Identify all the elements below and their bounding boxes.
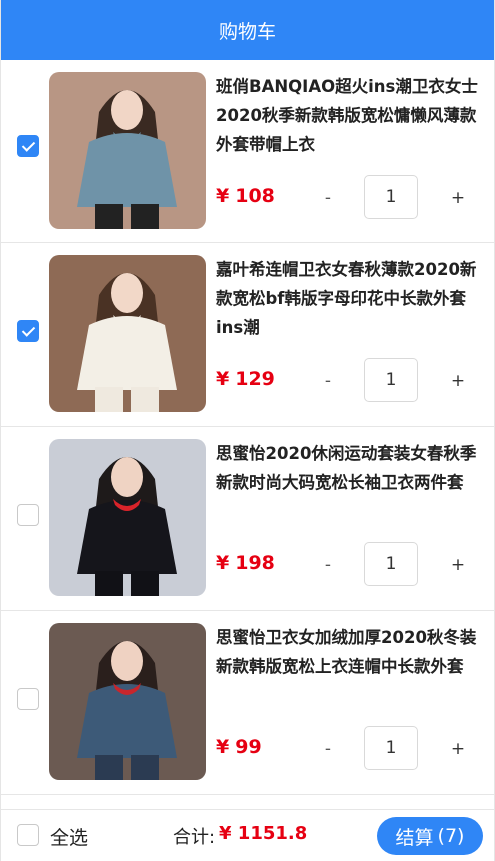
- page-title: 购物车: [218, 20, 276, 43]
- item-checkbox[interactable]: [17, 688, 39, 710]
- cart-item: 思蜜怡2020休闲运动套装女春秋季新款时尚大码宽松长袖卫衣两件套 ¥198 -1 +: [1, 427, 494, 611]
- product-image[interactable]: [49, 623, 206, 780]
- increase-qty-button[interactable]: +: [447, 729, 469, 769]
- checkout-count: (7): [437, 825, 465, 847]
- quantity-input[interactable]: 1: [364, 726, 418, 770]
- checkout-button[interactable]: 结算 (7): [377, 817, 483, 855]
- product-image[interactable]: [49, 439, 206, 596]
- product-price: ¥129: [216, 368, 275, 390]
- product-title[interactable]: 思蜜怡2020休闲运动套装女春秋季新款时尚大码宽松长袖卫衣两件套: [216, 439, 482, 497]
- decrease-qty-button[interactable]: -: [317, 729, 339, 769]
- item-checkbox[interactable]: [17, 135, 39, 157]
- price-value: 198: [235, 552, 275, 574]
- cart-footer: 全选 合计: ¥ 1151.8 结算 (7): [1, 809, 494, 861]
- product-title[interactable]: 嘉叶希连帽卫衣女春秋薄款2020新款宽松bf韩版字母印花中长款外套ins潮: [216, 255, 482, 342]
- decrease-qty-button[interactable]: -: [317, 178, 339, 218]
- product-price: ¥198: [216, 552, 275, 574]
- select-all-label[interactable]: 全选: [50, 823, 88, 850]
- cart-list: 班俏BANQIAO超火ins潮卫衣女士2020秋季新款韩版宽松慵懒风薄款外套带帽…: [1, 60, 494, 809]
- product-image[interactable]: [49, 72, 206, 229]
- item-checkbox[interactable]: [17, 504, 39, 526]
- currency-symbol: ¥: [216, 736, 230, 758]
- total-value: ¥ 1151.8: [219, 823, 308, 844]
- decrease-qty-button[interactable]: -: [317, 361, 339, 401]
- increase-qty-button[interactable]: +: [447, 361, 469, 401]
- currency-symbol: ¥: [216, 368, 230, 390]
- item-checkbox[interactable]: [17, 320, 39, 342]
- quantity-input[interactable]: 1: [364, 542, 418, 586]
- currency-symbol: ¥: [216, 552, 230, 574]
- total-label: 合计:: [173, 827, 216, 848]
- checkout-label: 结算: [395, 826, 434, 849]
- cart-item: 嘉叶希连帽卫衣女春秋薄款2020新款宽松bf韩版字母印花中长款外套ins潮 ¥12…: [1, 243, 494, 427]
- increase-qty-button[interactable]: +: [447, 545, 469, 585]
- cart-item: 思蜜怡卫衣女加绒加厚2020秋冬装新款韩版宽松上衣连帽中长款外套 ¥99 -1 +: [1, 611, 494, 795]
- product-title[interactable]: 思蜜怡卫衣女加绒加厚2020秋冬装新款韩版宽松上衣连帽中长款外套: [216, 623, 482, 681]
- product-price: ¥99: [216, 736, 262, 758]
- product-image[interactable]: [49, 255, 206, 412]
- price-value: 108: [235, 185, 275, 207]
- price-value: 129: [235, 368, 275, 390]
- page-header: 购物车: [1, 0, 494, 60]
- currency-symbol: ¥: [216, 185, 230, 207]
- decrease-qty-button[interactable]: -: [317, 545, 339, 585]
- increase-qty-button[interactable]: +: [447, 178, 469, 218]
- product-title[interactable]: 班俏BANQIAO超火ins潮卫衣女士2020秋季新款韩版宽松慵懒风薄款外套带帽…: [216, 72, 482, 159]
- price-value: 99: [235, 736, 262, 758]
- quantity-input[interactable]: 1: [364, 358, 418, 402]
- select-all-checkbox[interactable]: [17, 824, 39, 846]
- cart-item: 班俏BANQIAO超火ins潮卫衣女士2020秋季新款韩版宽松慵懒风薄款外套带帽…: [1, 60, 494, 243]
- shopping-cart-app: 购物车 班俏BANQIAO超火ins潮卫衣女士2020秋季新款韩版宽松慵懒风薄款…: [0, 0, 495, 861]
- product-price: ¥108: [216, 185, 275, 207]
- quantity-input[interactable]: 1: [364, 175, 418, 219]
